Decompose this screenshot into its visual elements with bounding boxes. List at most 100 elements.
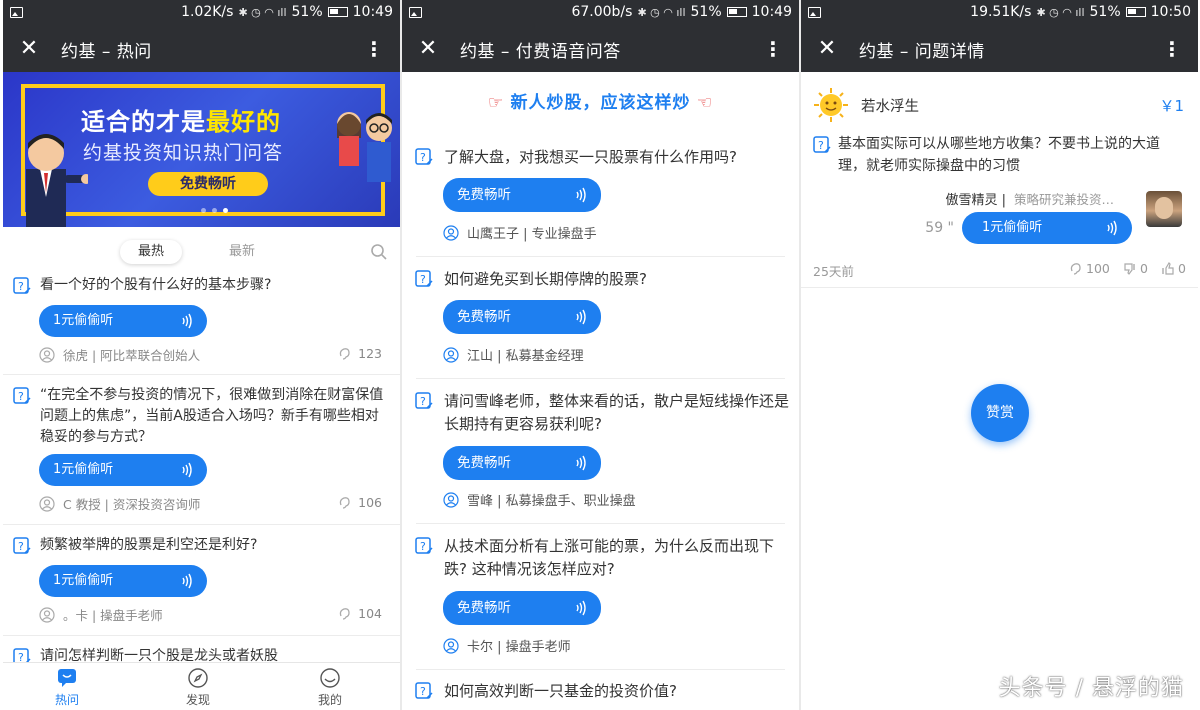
question-icon: ?: [13, 387, 31, 404]
free-listen-button[interactable]: 免费畅听: [443, 591, 601, 625]
audio-wave-icon: [1107, 220, 1117, 236]
ear-icon: [1070, 262, 1081, 275]
svg-text:?: ?: [18, 280, 24, 293]
close-icon[interactable]: ✕: [815, 37, 839, 61]
more-menu-icon[interactable]: ⋮: [761, 37, 785, 61]
asker-name: 若水浮生: [861, 99, 919, 115]
answerer-info: C 教授 | 资深投资咨询师: [39, 494, 200, 513]
banner-headline: 适合的才是最好的: [81, 102, 281, 137]
listen-button[interactable]: 1元偷偷听: [39, 454, 207, 486]
listen-button[interactable]: 1元偷偷听: [962, 212, 1132, 244]
posted-time: 25天前: [813, 264, 854, 279]
asker-avatar[interactable]: [813, 87, 849, 123]
page-title: 约基 – 热问: [61, 42, 152, 62]
tip-button[interactable]: 赞赏: [971, 384, 1029, 442]
pointing-left-icon: ☜: [690, 93, 714, 113]
network-speed: 1.02K/s: [181, 4, 234, 20]
listen-button-label: 1元偷偷听: [53, 313, 114, 328]
chat-bubble-icon: [58, 669, 76, 687]
nav-me-label: 我的: [317, 693, 342, 707]
answerer-name: 徐虎 | 阿比萃联合创始人: [63, 348, 201, 363]
question-text: 从技术面分析有上涨可能的票，为什么反而出现下跌? 这种情况该怎样应对?: [444, 537, 775, 578]
tab-newest[interactable]: 最新: [211, 240, 273, 264]
like-stat[interactable]: 0: [1161, 261, 1186, 276]
free-listen-button[interactable]: 免费畅听: [443, 178, 601, 212]
stats-row: 25天前 100 0 0: [801, 259, 1198, 279]
tab-hottest[interactable]: 最热: [120, 240, 183, 264]
listen-button-label: 免费畅听: [457, 600, 511, 616]
svg-text:?: ?: [420, 685, 426, 698]
listen-button-label: 免费畅听: [457, 187, 511, 203]
audio-wave-icon: [182, 313, 192, 329]
nav-hot[interactable]: 热问: [27, 667, 107, 708]
more-menu-icon[interactable]: ⋮: [362, 37, 386, 61]
question-icon: ?: [415, 682, 433, 699]
listen-stat-value: 100: [1086, 261, 1110, 276]
listen-count: 106: [338, 495, 382, 510]
listen-button[interactable]: 1元偷偷听: [39, 305, 207, 337]
hot-questions-screen: 1.02K/s ✱ ◷ ◠ ıll 51% 10:49 ✕ 约基 – 热问 ⋮: [3, 0, 400, 710]
question-text: 请问雪峰老师，整体来看的话，散户是短线操作还是长期持有更容易获利呢?: [444, 392, 790, 433]
free-listen-button[interactable]: 免费畅听: [443, 446, 601, 480]
nav-me[interactable]: 我的: [290, 667, 370, 708]
divider: [416, 523, 785, 524]
thumbs-up-icon: [1162, 261, 1174, 275]
paid-voice-qa-screen: 67.00b/s ✱ ◷ ◠ ıll 51% 10:49 ✕ 约基 – 付费语音…: [402, 0, 799, 710]
dislike-stat-value: 0: [1140, 261, 1148, 276]
svg-text:?: ?: [18, 390, 24, 403]
close-icon[interactable]: ✕: [416, 37, 440, 61]
status-bar: 67.00b/s ✱ ◷ ◠ ıll 51% 10:49: [402, 0, 799, 26]
clock: 10:49: [352, 4, 393, 20]
smiley-icon: [320, 668, 340, 688]
close-icon[interactable]: ✕: [17, 37, 41, 61]
page-title: 约基 – 问题详情: [859, 42, 985, 62]
listen-button-label: 1元偷偷听: [53, 573, 114, 588]
divider: [3, 635, 400, 636]
like-stat-value: 0: [1178, 261, 1186, 276]
divider: [3, 524, 400, 525]
answerer-name: 江山 | 私募基金经理: [467, 349, 584, 364]
nav-hot-label: 热问: [54, 693, 79, 707]
status-bar: 1.02K/s ✱ ◷ ◠ ıll 51% 10:49: [3, 0, 400, 26]
answerer-name: C 教授 | 资深投资咨询师: [63, 497, 201, 512]
divider: [3, 374, 400, 375]
banner-free-listen-button[interactable]: 免费畅听: [148, 172, 268, 196]
svg-text:?: ?: [420, 395, 426, 408]
clock: 10:49: [751, 4, 792, 20]
battery-percent: 51%: [291, 4, 323, 20]
ear-icon: [339, 347, 350, 360]
battery-icon: [1125, 7, 1146, 17]
answerer-avatar[interactable]: [1146, 191, 1182, 227]
user-icon: [39, 606, 55, 623]
cartoon-couple-illustration: [337, 112, 392, 182]
carousel-indicator[interactable]: [201, 208, 228, 213]
question-icon: ?: [13, 277, 31, 294]
listen-count: 104: [338, 606, 382, 621]
listen-button[interactable]: 1元偷偷听: [39, 565, 207, 597]
listen-stat[interactable]: 100: [1069, 261, 1110, 276]
divider: [416, 378, 785, 379]
question-text: 频繁被举牌的股票是利空还是利好?: [40, 537, 258, 553]
question-text: 看一个好的个股有什么好的基本步骤?: [40, 277, 272, 293]
status-bar: 19.51K/s ✱ ◷ ◠ ıll 51% 10:50: [801, 0, 1198, 26]
free-listen-button[interactable]: 免费畅听: [443, 300, 601, 334]
nav-discover[interactable]: 发现: [158, 667, 238, 708]
question-icon: ?: [415, 537, 433, 554]
listen-button-label: 1元偷偷听: [982, 220, 1043, 235]
dislike-stat[interactable]: 0: [1123, 261, 1148, 276]
svg-text:?: ?: [18, 540, 24, 553]
more-menu-icon[interactable]: ⋮: [1160, 37, 1184, 61]
listen-count-value: 104: [358, 606, 382, 621]
listen-button-label: 免费畅听: [457, 309, 511, 325]
promo-heading: ☞ 新人炒股，应该这样炒 ☜: [402, 88, 799, 118]
status-icons: ✱ ◷ ◠ ıll: [637, 5, 686, 19]
search-icon[interactable]: [370, 243, 388, 261]
question-text: 如何避免买到长期停牌的股票?: [444, 270, 647, 288]
banner-headline-a: 适合的才是: [81, 108, 206, 136]
answer-row: 傲雪精灵 | 策略研究兼投资… 59 " 1元偷偷听: [801, 187, 1186, 244]
promo-banner[interactable]: 适合的才是最好的 约基投资知识热门问答 免费畅听: [3, 72, 400, 227]
sort-tabs: 最热 最新: [3, 238, 400, 266]
answerer-name: 。卡 | 操盘手老师: [63, 608, 163, 623]
svg-text:?: ?: [420, 273, 426, 286]
pointing-right-icon: ☞: [487, 93, 511, 113]
